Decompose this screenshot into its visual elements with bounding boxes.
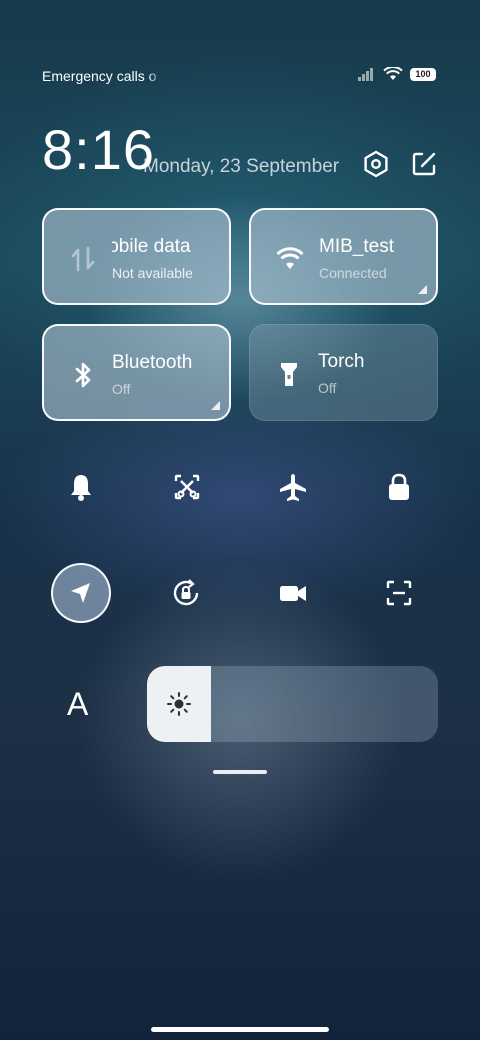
clock: 8:16 (42, 118, 155, 181)
wifi-icon (276, 247, 304, 269)
settings-icon[interactable] (362, 150, 390, 178)
location-icon (71, 583, 90, 603)
torch-icon (281, 363, 297, 386)
mobile-data-status: Not available (112, 265, 193, 281)
battery-icon: 100 (410, 67, 436, 81)
torch-status: Off (318, 380, 337, 396)
wifi-status-icon (383, 67, 403, 80)
signal-icon (358, 67, 376, 81)
carrier-status-text: Emergency calls o (42, 68, 157, 84)
torch-label: Torch (318, 351, 365, 372)
mobile-data-tile[interactable]: lobile data Not available (42, 208, 231, 305)
date-label: Monday, 23 September (143, 156, 340, 177)
bluetooth-label: Bluetooth (112, 352, 193, 373)
bluetooth-status: Off (112, 381, 131, 397)
brightness-slider[interactable] (147, 666, 438, 742)
bluetooth-icon (75, 362, 91, 388)
airplane-icon[interactable] (278, 472, 308, 502)
location-button[interactable] (51, 563, 111, 623)
control-center: Emergency calls o 100 8:16 Monday, 23 Se… (0, 0, 480, 1040)
wifi-status: Connected (319, 265, 387, 281)
drawer-handle[interactable] (213, 770, 267, 774)
rotation-lock-icon[interactable] (171, 578, 201, 608)
mobile-data-label: lobile data (112, 236, 191, 257)
video-icon[interactable] (278, 578, 308, 608)
bell-icon[interactable] (66, 472, 96, 502)
lock-icon[interactable] (384, 472, 414, 502)
auto-brightness-toggle[interactable]: A (67, 686, 88, 723)
wifi-tile[interactable]: MIB_test Connected (249, 208, 438, 305)
mobile-data-icon (71, 246, 95, 272)
status-icons: 100 (358, 67, 436, 81)
brightness-fill (147, 666, 211, 742)
sun-icon (167, 692, 191, 716)
wifi-expand-corner[interactable] (418, 285, 427, 294)
scan-icon[interactable] (384, 578, 414, 608)
wifi-label: MIB_test (319, 236, 394, 257)
home-indicator[interactable] (151, 1027, 329, 1032)
screenshot-icon[interactable] (172, 472, 202, 502)
torch-tile[interactable]: Torch Off (249, 324, 438, 421)
bluetooth-expand-corner[interactable] (211, 401, 220, 410)
edit-icon[interactable] (410, 150, 438, 178)
bluetooth-tile[interactable]: Bluetooth Off (42, 324, 231, 421)
